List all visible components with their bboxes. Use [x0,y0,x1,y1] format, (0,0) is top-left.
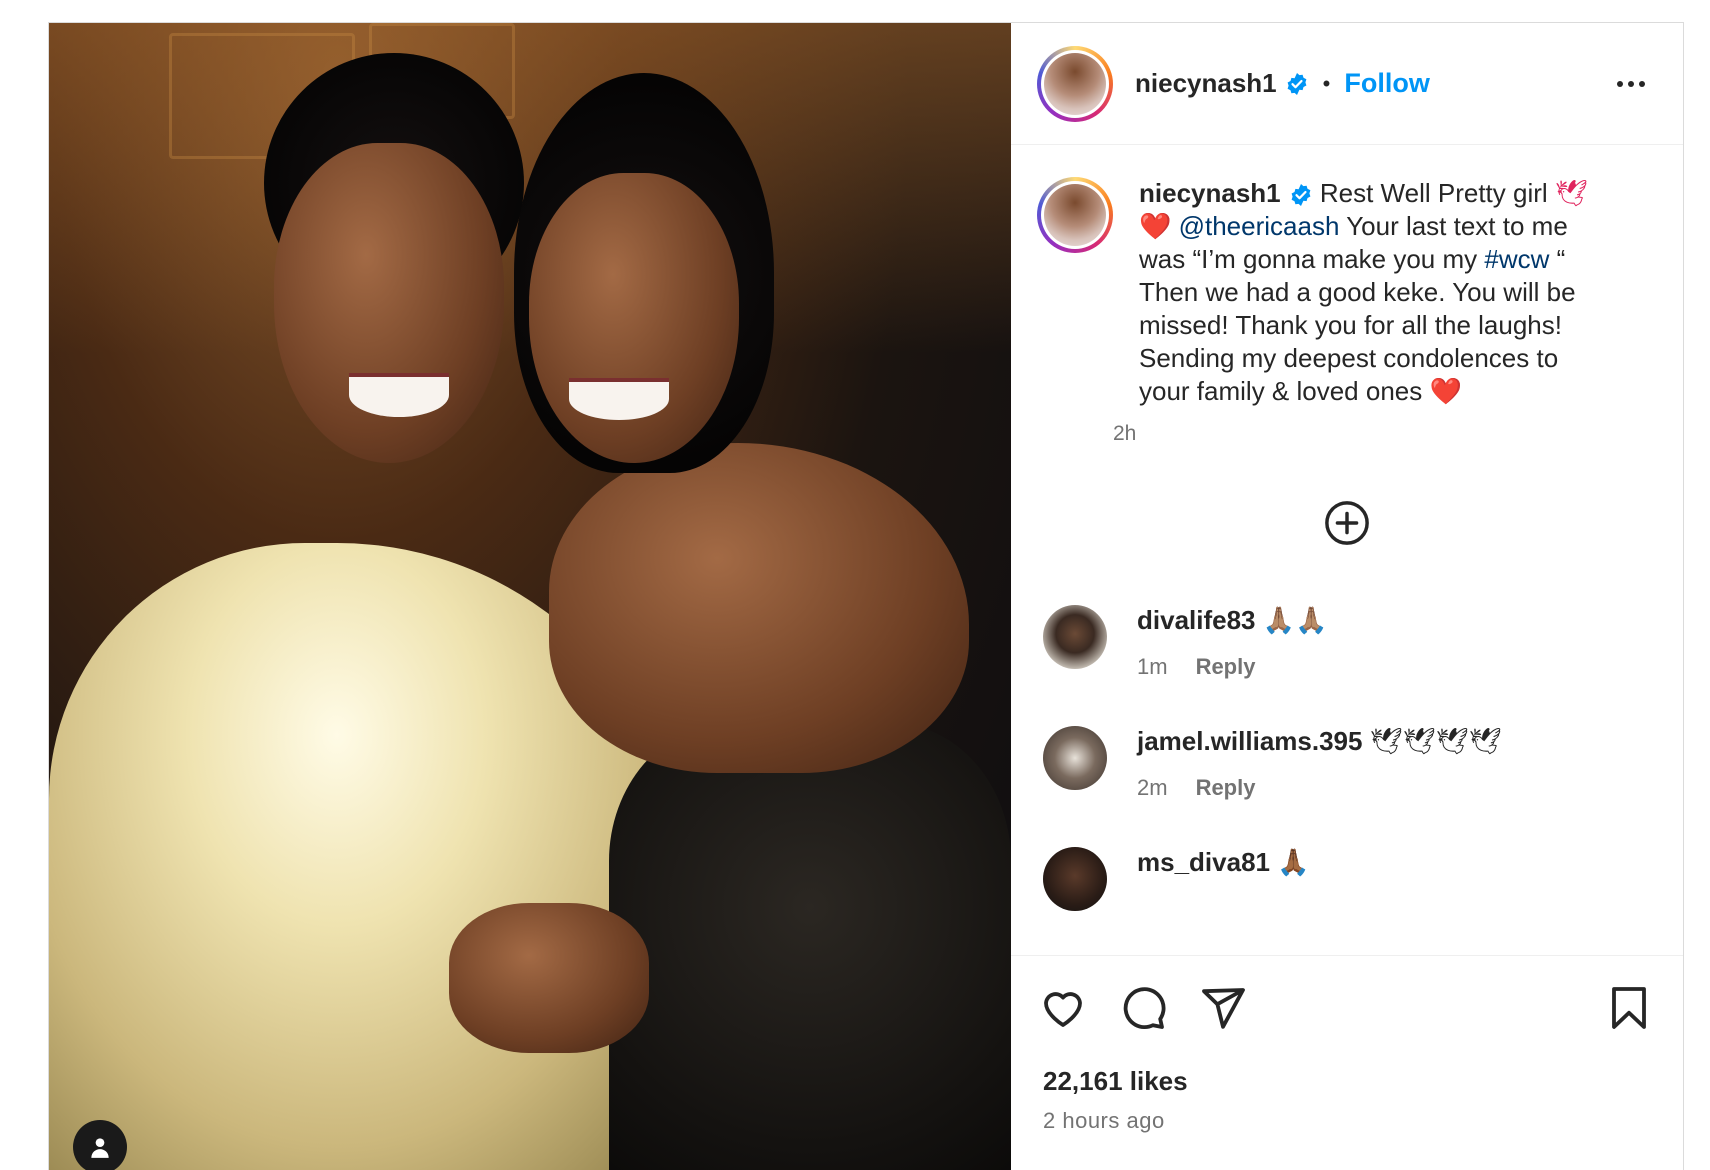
share-icon[interactable] [1199,984,1247,1032]
add-comment-icon[interactable] [1324,500,1370,546]
caption-username[interactable]: niecynash1 [1139,178,1281,208]
comment-item: jamel.williams.395 🕊🕊🕊🕊 2m Reply [1043,726,1502,801]
caption-line-1: Rest Well Pretty girl [1319,178,1548,208]
black-dress [609,723,1011,1170]
post-footer: 22,161 likes 2 hours ago [1011,955,1683,1170]
caption-timestamp: 2h [1113,422,1137,445]
comment-time: 1m [1137,654,1168,679]
author-avatar[interactable] [1037,45,1113,122]
smile-right [569,378,669,420]
comment-username[interactable]: divalife83 [1137,605,1256,635]
reply-button[interactable]: Reply [1196,654,1256,679]
action-bar [1039,984,1247,1032]
comment-item: divalife83 🙏🏽🙏🏽 1m Reply [1043,605,1328,680]
post-photo[interactable] [49,23,1011,1170]
more-options-icon[interactable] [1617,80,1645,87]
commenter-avatar[interactable] [1043,605,1107,669]
heart-emoji: ❤️ [1429,376,1462,406]
comment-item: ms_diva81 🙏🏾 [1043,847,1310,911]
post-side-panel: niecynash1 • Follow niecynash1 Rest Well… [1011,23,1683,1170]
hashtag-link[interactable]: #wcw [1484,244,1549,274]
follow-button[interactable]: Follow [1344,68,1429,99]
caption-avatar[interactable] [1037,177,1113,253]
reply-button[interactable]: Reply [1196,775,1256,800]
shoulder [549,443,969,773]
likes-count[interactable]: 22,161 likes [1043,1066,1188,1097]
verified-badge-icon [1287,72,1307,95]
verified-badge-icon [1291,184,1311,207]
comment-time: 2m [1137,775,1168,800]
smile-left [349,373,449,417]
post-header: niecynash1 • Follow [1011,23,1683,145]
comment-username[interactable]: ms_diva81 [1137,847,1270,877]
caption-text: niecynash1 Rest Well Pretty girl 🕊❤️ @th… [1139,177,1609,408]
mention-link[interactable]: @theericaash [1179,211,1340,241]
author-username[interactable]: niecynash1 [1135,68,1277,99]
post-age: 2 hours ago [1043,1108,1165,1133]
comments-section: niecynash1 Rest Well Pretty girl 🕊❤️ @th… [1011,145,1683,955]
comment-text: 🕊🕊🕊🕊 [1369,726,1502,756]
instagram-post: niecynash1 • Follow niecynash1 Rest Well… [48,22,1684,1170]
face-right [529,173,739,463]
comment-username[interactable]: jamel.williams.395 [1137,726,1362,756]
header-separator: • [1322,70,1331,96]
comment-icon[interactable] [1119,984,1167,1032]
save-button[interactable] [1605,984,1653,1037]
commenter-avatar[interactable] [1043,847,1107,911]
save-icon[interactable] [1605,984,1653,1032]
user-tag-icon[interactable] [73,1120,127,1170]
hand [449,903,649,1053]
comment-text: 🙏🏾 [1277,847,1310,877]
post-caption: niecynash1 Rest Well Pretty girl 🕊❤️ @th… [1037,177,1653,446]
comment-text: 🙏🏽🙏🏽 [1262,605,1328,635]
commenter-avatar[interactable] [1043,726,1107,790]
heart-icon[interactable] [1039,984,1087,1032]
